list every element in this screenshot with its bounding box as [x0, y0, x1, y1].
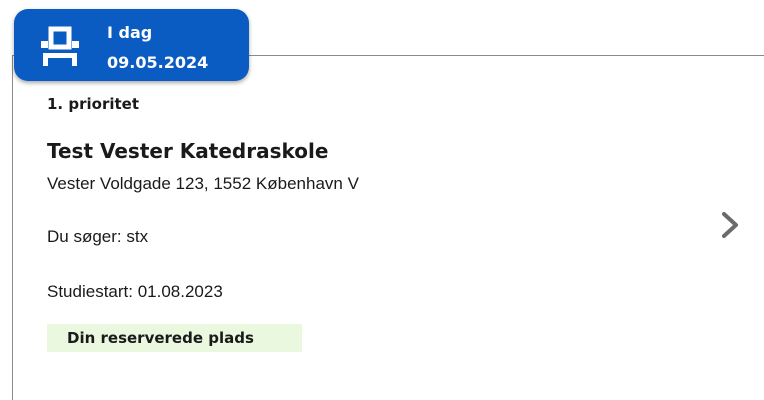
application-card-link[interactable] [13, 56, 763, 391]
date-tab: I dag 09.05.2024 [14, 9, 249, 81]
tab-day-label: I dag [107, 23, 153, 42]
desk-chair-icon [40, 25, 80, 67]
tab-date: 09.05.2024 [107, 53, 209, 72]
